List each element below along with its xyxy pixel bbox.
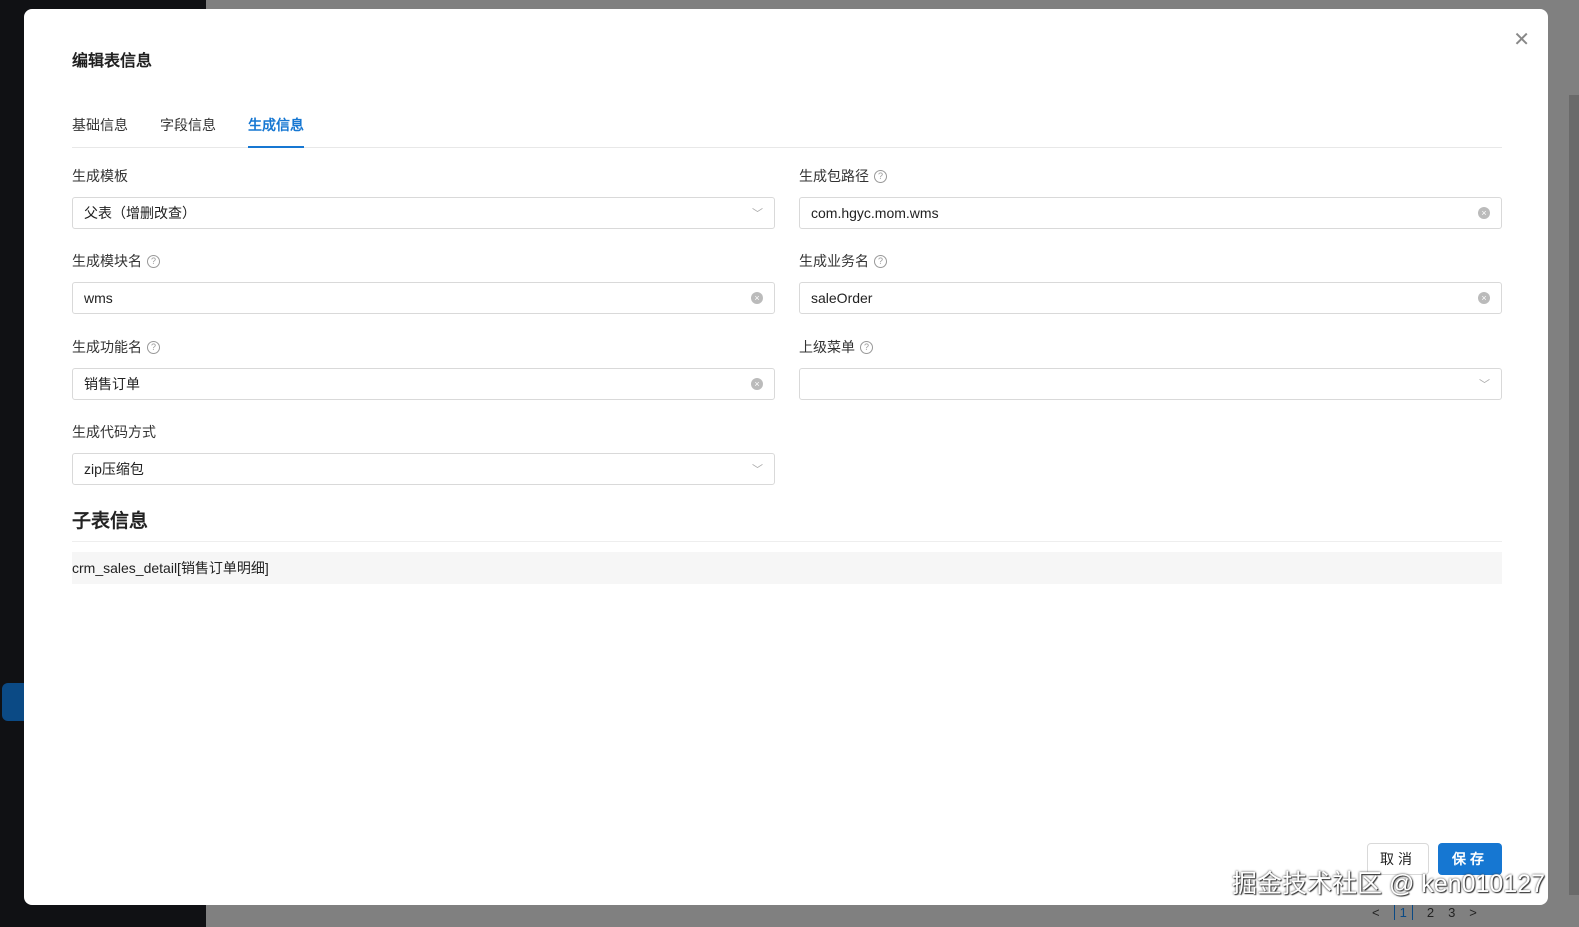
business-label: 生成业务名 [799, 253, 869, 269]
template-field: 生成模板 父表（增删改查） ﹀ [72, 166, 775, 229]
gen-type-value: zip压缩包 [84, 461, 144, 477]
clear-icon[interactable]: × [1478, 207, 1490, 219]
watermark: 掘金技术社区 @ ken010127 [1232, 870, 1546, 898]
module-field: 生成模块名? wms × [72, 251, 775, 314]
subtable-item: crm_sales_detail[销售订单明细] [72, 552, 1502, 584]
pagination: < 1 2 3 > [1372, 905, 1477, 920]
module-label: 生成模块名 [72, 253, 142, 269]
parent-menu-select[interactable]: ﹀ [799, 368, 1502, 400]
module-input[interactable]: wms × [72, 282, 775, 314]
clear-icon[interactable]: × [751, 378, 763, 390]
page-1[interactable]: 1 [1393, 905, 1413, 920]
gen-type-field: 生成代码方式 zip压缩包 ﹀ [72, 422, 775, 485]
edit-table-dialog: 编辑表信息 ✕ 基础信息 字段信息 生成信息 生成模板 父表（增删改查） ﹀ 生成… [24, 9, 1548, 905]
chevron-down-icon: ﹀ [1479, 379, 1490, 391]
tab-field-info[interactable]: 字段信息 [160, 115, 216, 148]
package-input[interactable]: com.hgyc.mom.wms × [799, 197, 1502, 229]
help-icon[interactable]: ? [874, 254, 887, 268]
page-2[interactable]: 2 [1427, 905, 1434, 920]
function-label: 生成功能名 [72, 339, 142, 355]
business-input[interactable]: saleOrder × [799, 282, 1502, 314]
package-value: com.hgyc.mom.wms [811, 205, 939, 221]
clear-icon[interactable]: × [1478, 292, 1490, 304]
subtable-heading: 子表信息 [72, 506, 1502, 542]
help-icon[interactable]: ? [874, 169, 887, 183]
business-field: 生成业务名? saleOrder × [799, 251, 1502, 314]
tabs: 基础信息 字段信息 生成信息 [72, 115, 1502, 148]
function-field: 生成功能名? 销售订单 × [72, 337, 775, 400]
gen-type-select[interactable]: zip压缩包 ﹀ [72, 453, 775, 485]
template-select[interactable]: 父表（增删改查） ﹀ [72, 197, 775, 229]
package-field: 生成包路径? com.hgyc.mom.wms × [799, 166, 1502, 229]
prev-page-button[interactable]: < [1372, 905, 1380, 920]
template-value: 父表（增删改查） [84, 205, 196, 221]
parent-menu-field: 上级菜单? ﹀ [799, 337, 1502, 400]
clear-icon[interactable]: × [751, 292, 763, 304]
next-page-button[interactable]: > [1469, 905, 1477, 920]
page-3[interactable]: 3 [1448, 905, 1455, 920]
business-value: saleOrder [811, 290, 873, 306]
gen-type-label: 生成代码方式 [72, 424, 156, 440]
dialog-title: 编辑表信息 [72, 53, 153, 70]
parent-menu-label: 上级菜单 [799, 339, 855, 355]
help-icon[interactable]: ? [147, 340, 160, 354]
tab-generate-info[interactable]: 生成信息 [248, 115, 304, 148]
package-label: 生成包路径 [799, 168, 869, 184]
help-icon[interactable]: ? [860, 340, 873, 354]
help-icon[interactable]: ? [147, 254, 160, 268]
chevron-down-icon: ﹀ [752, 208, 763, 220]
tab-basic-info[interactable]: 基础信息 [72, 115, 128, 148]
function-input[interactable]: 销售订单 × [72, 368, 775, 400]
template-label: 生成模板 [72, 168, 128, 184]
function-value: 销售订单 [84, 376, 140, 392]
module-value: wms [84, 290, 113, 306]
close-icon[interactable]: ✕ [1513, 27, 1530, 52]
chevron-down-icon: ﹀ [752, 464, 763, 476]
scrollbar[interactable] [1569, 95, 1579, 895]
